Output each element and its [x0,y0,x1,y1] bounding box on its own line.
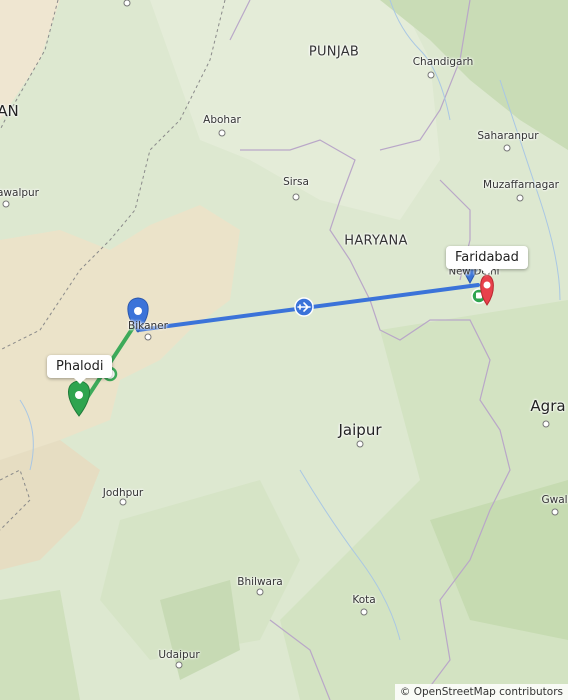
city-dot [427,71,435,79]
label-sirsa: Sirsa [283,176,309,188]
label-bhilwara: Bhilwara [237,576,283,588]
origin-callout[interactable]: Phalodi [47,355,113,384]
city-dot [119,498,127,506]
label-udaipur: Udaipur [158,649,200,661]
city-dot [144,333,152,341]
label-bikaner: Bikaner [128,320,168,332]
label-abohar: Abohar [203,114,241,126]
city-dot [551,508,559,516]
city-dot [218,129,226,137]
label-gwalior: Gwali [541,494,568,506]
label-jaipur: Jaipur [338,421,382,439]
city-dot [360,608,368,616]
city-dot [256,588,264,596]
origin-pin[interactable] [68,380,90,417]
city-dot [2,200,10,208]
city-dot [503,144,511,152]
city-dot [542,420,550,428]
label-muzaffarnagar: Muzaffarnagar [483,179,559,191]
label-kota: Kota [352,594,376,606]
city-dot [516,194,524,202]
label-bahawalpur: awalpur [0,187,40,199]
airplane-icon[interactable] [294,297,314,317]
city-dot [292,193,300,201]
label-jodhpur: Jodhpur [102,487,144,499]
city-dot [175,661,183,669]
city-dot [356,440,364,448]
label-punjab: PUNJAB [308,44,360,60]
label-chandigarh: Chandigarh [412,56,474,68]
map-attribution[interactable]: © OpenStreetMap contributors [394,684,568,700]
route-layer [68,269,494,417]
label-haryana: HARYANA [344,233,408,249]
label-agra: Agra [530,397,566,415]
map-view[interactable]: PUNJAB HARYANA Chandigarh Abohar Saharan… [0,0,568,700]
destination-callout[interactable]: Faridabad [446,246,528,275]
label-saharanpur: Saharanpur [477,130,539,142]
label-pakistan: AN [0,102,19,120]
